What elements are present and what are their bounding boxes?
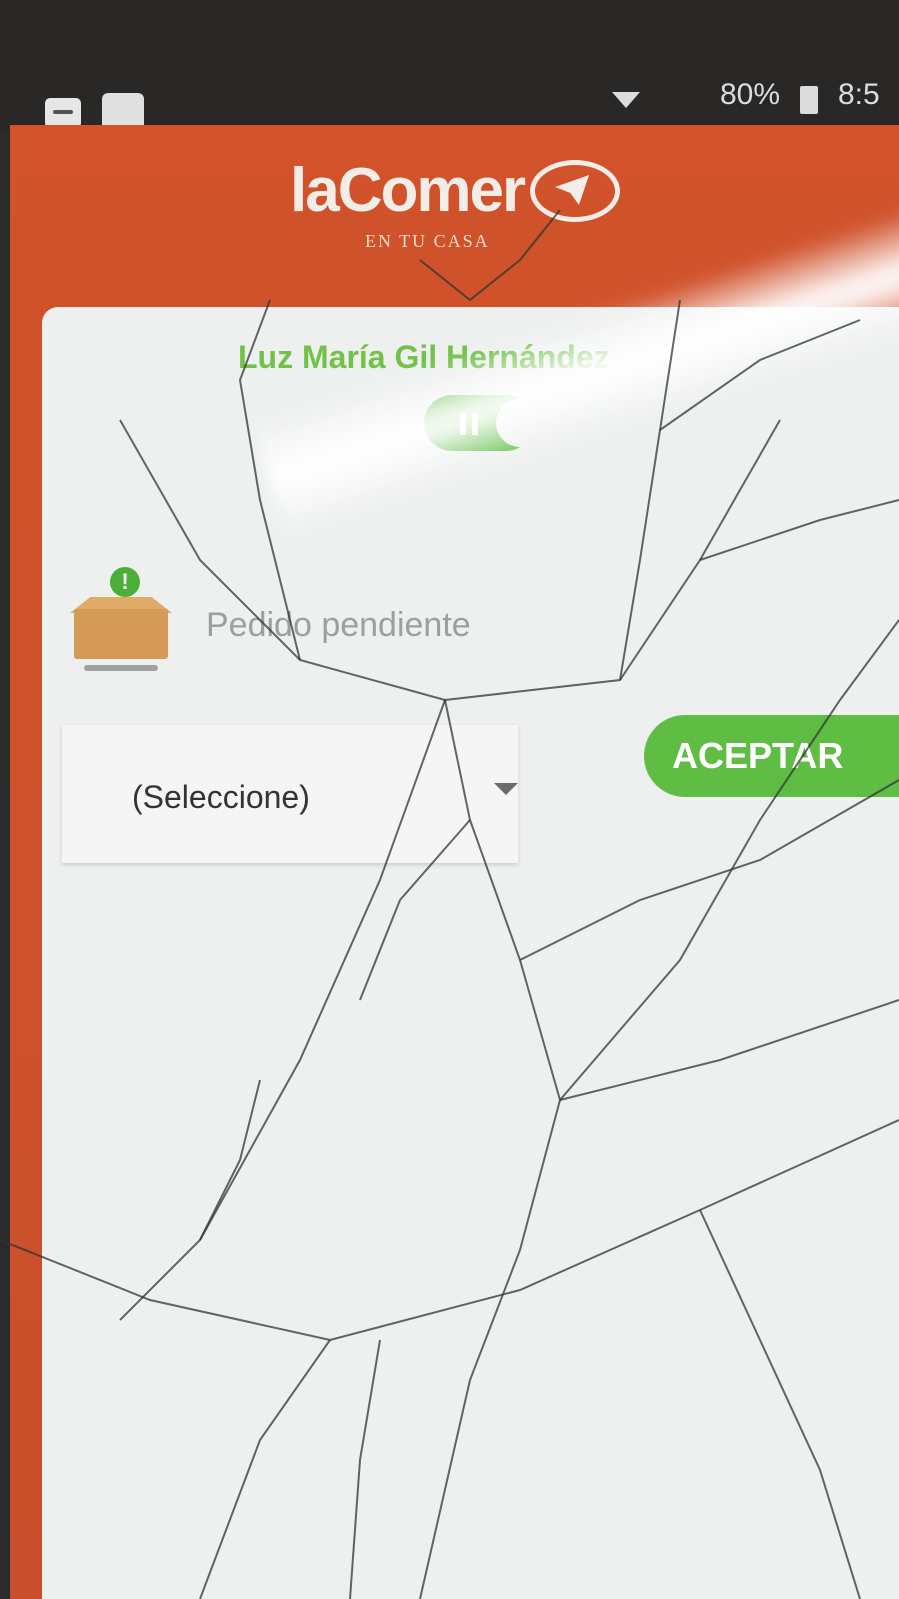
pause-icon	[460, 413, 480, 435]
app-header: laComer EN TU CASA	[10, 125, 899, 295]
message-icon	[45, 98, 81, 128]
alert-icon: !	[110, 567, 140, 597]
toggle-knob	[496, 399, 544, 447]
pending-order-row: ! Pedido pendiente	[70, 567, 471, 673]
logo-text: laComer	[290, 156, 526, 225]
package-shadow	[84, 665, 158, 671]
content-card: Luz María Gil Hernández ! Pedido pendien…	[42, 307, 899, 1599]
status-bar: 80% 8:5	[0, 0, 899, 131]
user-name: Luz María Gil Hernández	[238, 339, 610, 375]
clock: 8:5	[838, 78, 880, 111]
battery-icon	[800, 86, 818, 114]
phone-screen: 80% 8:5 laComer EN TU CASA Luz María Gil…	[0, 0, 899, 1599]
app-frame: laComer EN TU CASA Luz María Gil Hernánd…	[10, 125, 899, 1599]
select-value: (Seleccione)	[132, 779, 310, 815]
order-select[interactable]: (Seleccione)	[62, 725, 518, 863]
package-body	[74, 609, 168, 659]
battery-percentage: 80%	[720, 78, 781, 111]
chevron-down-icon	[494, 783, 518, 795]
package-icon: !	[70, 567, 172, 673]
logo-mark-icon	[530, 160, 621, 222]
brand-logo: laComer	[290, 156, 621, 225]
accept-button[interactable]: ACEPTAR	[644, 715, 899, 797]
order-status-label: Pedido pendiente	[206, 605, 471, 644]
pause-toggle[interactable]	[424, 395, 544, 451]
tagline: EN TU CASA	[365, 231, 490, 251]
wifi-icon	[612, 92, 640, 108]
